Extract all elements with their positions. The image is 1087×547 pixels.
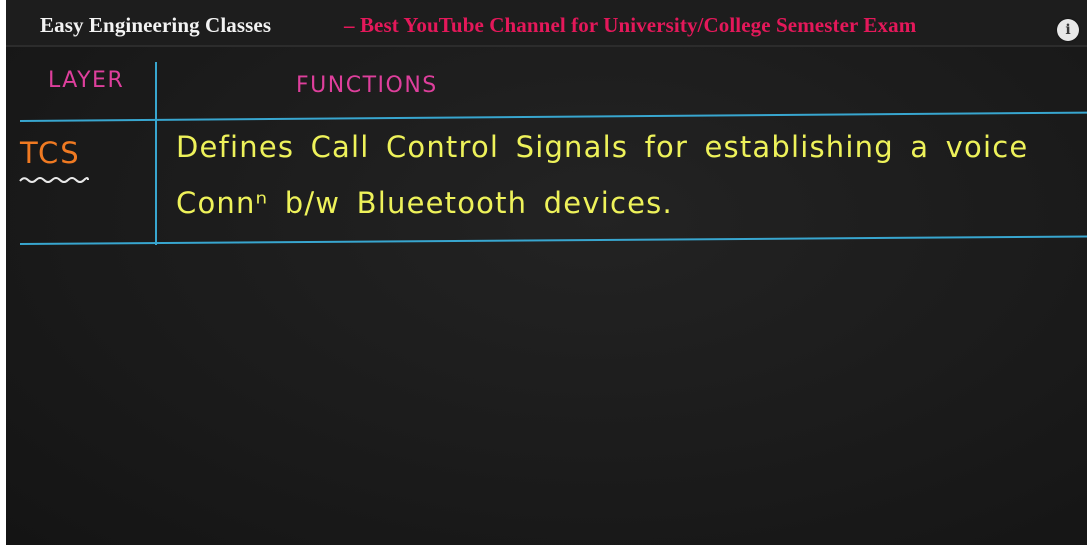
- channel-tagline: – Best YouTube Channel for University/Co…: [344, 13, 917, 37]
- column-header-layer: LAYER: [48, 68, 125, 93]
- column-divider: [155, 62, 157, 245]
- video-frame: Easy Engineering Classes – Best YouTube …: [0, 0, 1087, 547]
- function-line-1: Defines Call Control Signals for establi…: [176, 130, 1029, 164]
- header-divider: [19, 111, 1087, 122]
- channel-name: Easy Engineering Classes: [40, 13, 272, 37]
- info-button[interactable]: i: [1057, 19, 1079, 41]
- function-line-2: Connⁿ b/w Blueetooth devices.: [176, 186, 673, 220]
- column-header-functions: FUNCTIONS: [296, 73, 438, 98]
- info-icon: i: [1065, 22, 1071, 38]
- row-divider: [19, 235, 1087, 245]
- layer-cell: TCS: [20, 136, 81, 170]
- channel-banner: Easy Engineering Classes – Best YouTube …: [6, 0, 1087, 47]
- chalkboard: Easy Engineering Classes – Best YouTube …: [6, 0, 1087, 545]
- underline-squiggle: [19, 177, 89, 183]
